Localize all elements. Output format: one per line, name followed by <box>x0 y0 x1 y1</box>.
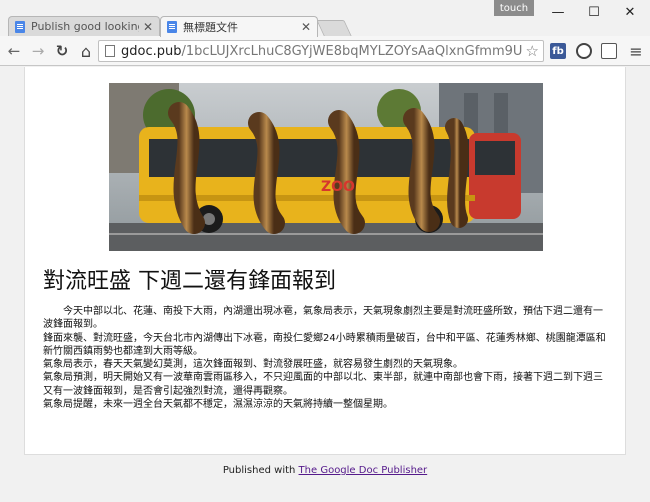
tab-publish[interactable]: Publish good looking Go ✕ <box>8 16 160 36</box>
url-path: /1bcLUJXrcLhuC8GYjWE8bqMYLZOYsAaQlxnGfmm… <box>181 43 522 59</box>
close-window-button[interactable]: ✕ <box>612 0 648 24</box>
tab-label: 無標題文件 <box>183 21 238 34</box>
reload-button[interactable]: ↻ <box>52 41 72 61</box>
touch-badge: touch <box>494 0 534 16</box>
document-page: ZOO 對流旺盛 下週二還有鋒面報到 今天中部以北、花蓮、南投下大雨，內湖還出現… <box>24 67 626 455</box>
browser-toolbar: ← → ↻ ⌂ gdoc.pub/1bcLUJXrcLhuC8GYjWE8bqM… <box>0 36 650 66</box>
zoo-bus-illustration: ZOO <box>109 83 543 251</box>
tab-untitled-document[interactable]: 無標題文件 ✕ <box>160 16 318 37</box>
url-text[interactable]: gdoc.pub/1bcLUJXrcLhuC8GYjWE8bqMYLZOYsAa… <box>121 44 522 59</box>
home-button[interactable]: ⌂ <box>76 41 96 61</box>
tab-label: Publish good looking Go <box>31 20 139 33</box>
article-body: 今天中部以北、花蓮、南投下大雨，內湖還出現冰雹，氣象局表示，天氣現象劇烈主要是對… <box>43 305 609 411</box>
fb-icon[interactable]: fb <box>550 43 566 59</box>
menu-icon[interactable]: ≡ <box>626 41 646 61</box>
title-bar: Publish good looking Go ✕ 無標題文件 ✕ touch … <box>0 0 650 37</box>
page-title: 對流旺盛 下週二還有鋒面報到 <box>43 269 336 294</box>
share-icon[interactable] <box>601 43 617 59</box>
paragraph: 氣象局提醒，未來一週全台天氣都不穩定，濕濕涼涼的天氣將持續一整個星期。 <box>43 399 393 411</box>
page-viewport: ZOO 對流旺盛 下週二還有鋒面報到 今天中部以北、花蓮、南投下大雨，內湖還出現… <box>0 67 650 502</box>
document-icon <box>15 20 25 33</box>
close-icon[interactable]: ✕ <box>301 20 311 34</box>
page-icon <box>105 45 115 57</box>
paragraph: 今天中部以北、花蓮、南投下大雨，內湖還出現冰雹，氣象局表示，天氣現象劇烈主要是對… <box>43 306 603 331</box>
minimize-button[interactable]: — <box>540 0 576 24</box>
bookmark-star-icon[interactable]: ☆ <box>522 42 543 60</box>
url-host: gdoc.pub <box>121 43 182 59</box>
paragraph: 氣象局預測，明天開始又有一波華南雲雨區移入，不只迎風面的中部以北、東半部，就連中… <box>43 372 603 397</box>
maximize-button[interactable]: ☐ <box>576 0 612 24</box>
footer-prefix: Published with <box>222 465 299 476</box>
publisher-link[interactable]: The Google Doc Publisher <box>299 465 428 476</box>
back-button[interactable]: ← <box>4 41 24 61</box>
compass-icon[interactable] <box>576 43 592 59</box>
new-tab-button[interactable] <box>316 20 352 36</box>
paragraph: 氣象局表示，春天天氣變幻莫測，這次鋒面報到、對流發展旺盛，就容易發生劇烈的天氣現… <box>43 359 463 371</box>
paragraph: 鋒面來襲、對流旺盛，今天台北市內湖傳出下冰雹，南投仁愛鄉24小時累積雨量破百，台… <box>43 332 606 357</box>
hero-image: ZOO <box>109 83 543 251</box>
close-icon[interactable]: ✕ <box>143 20 153 34</box>
zoo-logo: ZOO <box>321 179 355 195</box>
address-bar[interactable]: gdoc.pub/1bcLUJXrcLhuC8GYjWE8bqMYLZOYsAa… <box>98 40 544 62</box>
forward-button[interactable]: → <box>28 41 48 61</box>
page-footer: Published with The Google Doc Publisher <box>0 465 650 476</box>
document-icon <box>167 21 177 33</box>
